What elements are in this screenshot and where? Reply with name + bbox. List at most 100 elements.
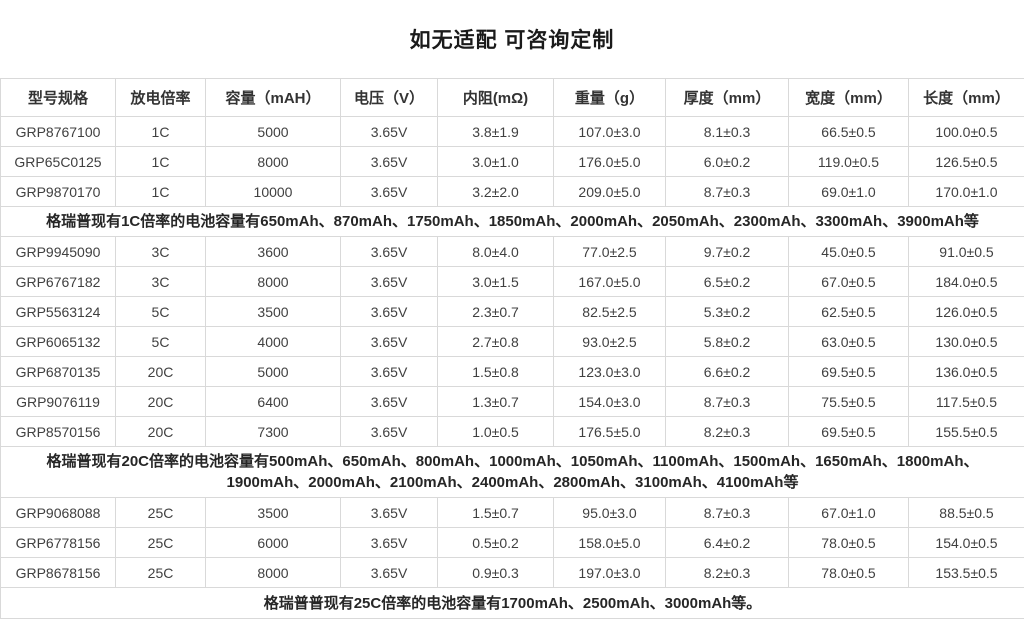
cell-discharge-rate: 5C	[116, 297, 206, 327]
cell-thickness: 8.7±0.3	[666, 387, 789, 417]
cell-weight: 95.0±3.0	[554, 498, 666, 528]
capacity-note: 格瑞普普现有25C倍率的电池容量有1700mAh、2500mAh、3000mAh…	[1, 588, 1024, 619]
cell-thickness: 9.7±0.2	[666, 237, 789, 267]
cell-capacity: 6000	[206, 528, 341, 558]
table-row: GRP687013520C50003.65V1.5±0.8123.0±3.06.…	[1, 357, 1024, 387]
capacity-note: 格瑞普现有20C倍率的电池容量有500mAh、650mAh、800mAh、100…	[1, 447, 1024, 498]
page: 如无适配 可咨询定制 型号规格放电倍率容量（mAH）电压（V）内阻(mΩ)重量（…	[0, 0, 1024, 630]
column-header-thickness: 厚度（mm）	[666, 79, 789, 117]
cell-length: 184.0±0.5	[909, 267, 1024, 297]
cell-voltage: 3.65V	[341, 357, 438, 387]
column-header-model: 型号规格	[1, 79, 116, 117]
cell-length: 130.0±0.5	[909, 327, 1024, 357]
cell-weight: 154.0±3.0	[554, 387, 666, 417]
cell-length: 88.5±0.5	[909, 498, 1024, 528]
note-row: 格瑞普普现有25C倍率的电池容量有1700mAh、2500mAh、3000mAh…	[1, 588, 1024, 619]
cell-voltage: 3.65V	[341, 387, 438, 417]
cell-thickness: 8.2±0.3	[666, 558, 789, 588]
column-header-width: 宽度（mm）	[789, 79, 909, 117]
cell-model: GRP9945090	[1, 237, 116, 267]
cell-resistance: 2.3±0.7	[438, 297, 554, 327]
cell-length: 100.0±0.5	[909, 117, 1024, 147]
cell-capacity: 3500	[206, 297, 341, 327]
cell-discharge-rate: 5C	[116, 327, 206, 357]
cell-discharge-rate: 3C	[116, 237, 206, 267]
table-row: GRP87671001C50003.65V3.8±1.9107.0±3.08.1…	[1, 117, 1024, 147]
cell-capacity: 5000	[206, 357, 341, 387]
cell-capacity: 8000	[206, 267, 341, 297]
cell-voltage: 3.65V	[341, 147, 438, 177]
cell-model: GRP6778156	[1, 528, 116, 558]
cell-model: GRP9870170	[1, 177, 116, 207]
cell-capacity: 7300	[206, 417, 341, 447]
cell-length: 91.0±0.5	[909, 237, 1024, 267]
cell-resistance: 1.3±0.7	[438, 387, 554, 417]
cell-thickness: 5.3±0.2	[666, 297, 789, 327]
cell-thickness: 8.7±0.3	[666, 498, 789, 528]
table-row: GRP67671823C80003.65V3.0±1.5167.0±5.06.5…	[1, 267, 1024, 297]
cell-width: 62.5±0.5	[789, 297, 909, 327]
cell-width: 67.0±0.5	[789, 267, 909, 297]
column-header-weight: 重量（g）	[554, 79, 666, 117]
cell-discharge-rate: 25C	[116, 498, 206, 528]
cell-length: 154.0±0.5	[909, 528, 1024, 558]
cell-model: GRP6870135	[1, 357, 116, 387]
column-header-length: 长度（mm）	[909, 79, 1024, 117]
capacity-note: 格瑞普现有1C倍率的电池容量有650mAh、870mAh、1750mAh、185…	[1, 207, 1024, 237]
cell-capacity: 6400	[206, 387, 341, 417]
cell-weight: 123.0±3.0	[554, 357, 666, 387]
cell-model: GRP6767182	[1, 267, 116, 297]
cell-weight: 167.0±5.0	[554, 267, 666, 297]
spec-table-body: GRP87671001C50003.65V3.8±1.9107.0±3.08.1…	[1, 117, 1024, 619]
cell-width: 63.0±0.5	[789, 327, 909, 357]
cell-voltage: 3.65V	[341, 417, 438, 447]
cell-capacity: 4000	[206, 327, 341, 357]
note-row: 格瑞普现有1C倍率的电池容量有650mAh、870mAh、1750mAh、185…	[1, 207, 1024, 237]
cell-weight: 93.0±2.5	[554, 327, 666, 357]
column-header-capacity: 容量（mAH）	[206, 79, 341, 117]
cell-capacity: 3500	[206, 498, 341, 528]
table-row: GRP857015620C73003.65V1.0±0.5176.5±5.08.…	[1, 417, 1024, 447]
cell-weight: 176.0±5.0	[554, 147, 666, 177]
cell-width: 78.0±0.5	[789, 558, 909, 588]
spec-table: 型号规格放电倍率容量（mAH）电压（V）内阻(mΩ)重量（g）厚度（mm）宽度（…	[0, 78, 1024, 619]
cell-voltage: 3.65V	[341, 237, 438, 267]
cell-model: GRP9076119	[1, 387, 116, 417]
cell-discharge-rate: 20C	[116, 357, 206, 387]
title-bar: 如无适配 可咨询定制	[0, 0, 1024, 78]
table-row: GRP867815625C80003.65V0.9±0.3197.0±3.08.…	[1, 558, 1024, 588]
cell-discharge-rate: 25C	[116, 528, 206, 558]
cell-length: 126.5±0.5	[909, 147, 1024, 177]
cell-length: 155.5±0.5	[909, 417, 1024, 447]
column-header-resistance: 内阻(mΩ)	[438, 79, 554, 117]
cell-thickness: 6.4±0.2	[666, 528, 789, 558]
cell-resistance: 0.5±0.2	[438, 528, 554, 558]
cell-model: GRP8570156	[1, 417, 116, 447]
cell-resistance: 8.0±4.0	[438, 237, 554, 267]
note-row: 格瑞普现有20C倍率的电池容量有500mAh、650mAh、800mAh、100…	[1, 447, 1024, 498]
cell-weight: 176.5±5.0	[554, 417, 666, 447]
cell-length: 153.5±0.5	[909, 558, 1024, 588]
cell-width: 75.5±0.5	[789, 387, 909, 417]
cell-voltage: 3.65V	[341, 528, 438, 558]
cell-voltage: 3.65V	[341, 117, 438, 147]
page-title: 如无适配 可咨询定制	[410, 24, 615, 54]
cell-resistance: 3.2±2.0	[438, 177, 554, 207]
cell-model: GRP8678156	[1, 558, 116, 588]
cell-model: GRP65C0125	[1, 147, 116, 177]
cell-model: GRP6065132	[1, 327, 116, 357]
cell-resistance: 1.5±0.7	[438, 498, 554, 528]
cell-resistance: 3.0±1.5	[438, 267, 554, 297]
cell-thickness: 8.1±0.3	[666, 117, 789, 147]
cell-thickness: 5.8±0.2	[666, 327, 789, 357]
cell-capacity: 3600	[206, 237, 341, 267]
cell-capacity: 8000	[206, 147, 341, 177]
cell-thickness: 6.6±0.2	[666, 357, 789, 387]
column-header-voltage: 电压（V）	[341, 79, 438, 117]
cell-weight: 197.0±3.0	[554, 558, 666, 588]
cell-voltage: 3.65V	[341, 558, 438, 588]
cell-resistance: 1.0±0.5	[438, 417, 554, 447]
cell-discharge-rate: 20C	[116, 417, 206, 447]
table-row: GRP677815625C60003.65V0.5±0.2158.0±5.06.…	[1, 528, 1024, 558]
cell-weight: 209.0±5.0	[554, 177, 666, 207]
